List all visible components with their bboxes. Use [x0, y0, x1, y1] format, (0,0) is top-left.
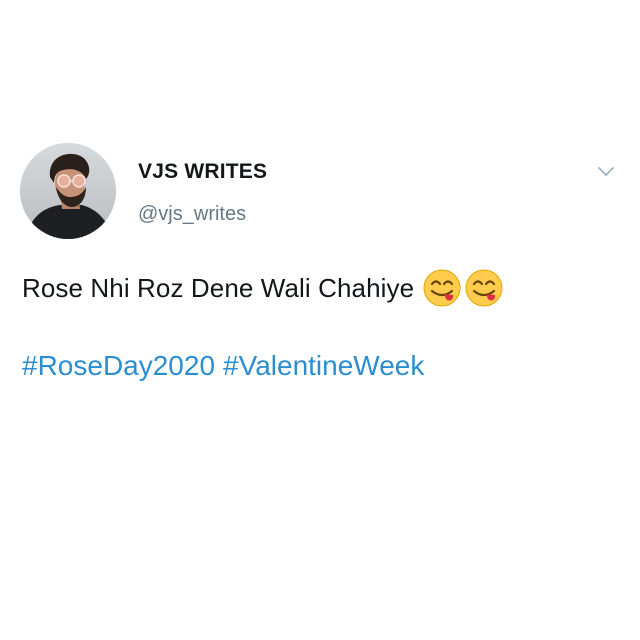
author-display-name[interactable]: VJS WRITES [138, 160, 267, 184]
face-savoring-food-icon [423, 269, 461, 307]
chevron-down-icon [598, 167, 614, 176]
avatar[interactable] [20, 143, 116, 239]
profile-photo-icon [20, 143, 116, 239]
face-savoring-food-icon [465, 269, 503, 307]
hashtag-link-valentineweek[interactable]: #ValentineWeek [223, 350, 424, 381]
tweet-text: Rose Nhi Roz Dene Wali Chahiye [22, 268, 506, 308]
hashtag-line: #RoseDay2020 #ValentineWeek [22, 350, 424, 382]
author-handle[interactable]: @vjs_writes [138, 203, 246, 226]
tweet-menu-button[interactable] [594, 160, 618, 184]
tweet-text-body: Rose Nhi Roz Dene Wali Chahiye [22, 272, 415, 303]
emoji-group [422, 268, 506, 308]
tweet-card: VJS WRITES @vjs_writes Rose Nhi Roz Dene… [0, 0, 640, 640]
hashtag-link-roseday2020[interactable]: #RoseDay2020 [22, 350, 215, 381]
